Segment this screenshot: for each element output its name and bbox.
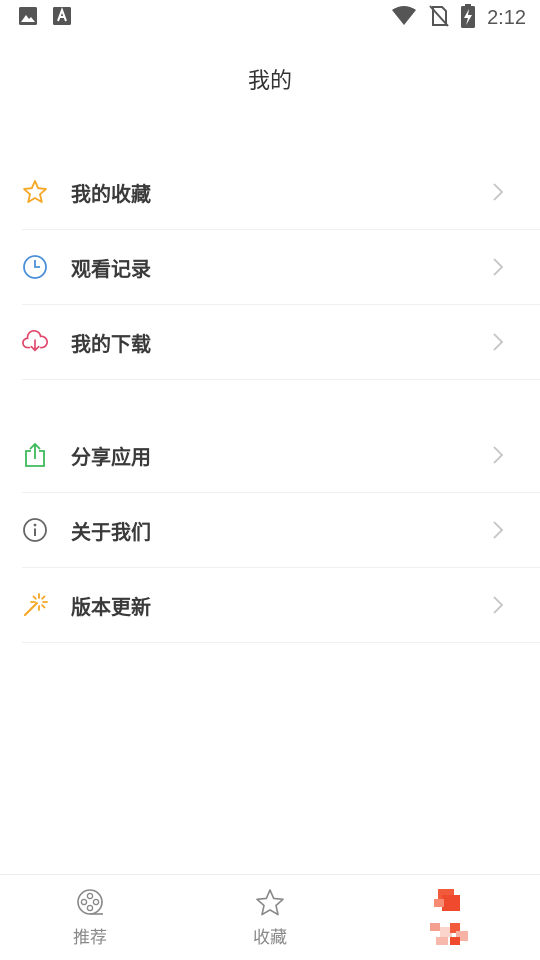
chevron-right-icon (492, 182, 540, 202)
status-time: 2:12 (487, 6, 526, 29)
font-icon (52, 6, 72, 30)
chevron-right-icon (492, 332, 540, 352)
menu-item-share[interactable]: 分享应用 (22, 418, 540, 493)
menu-label: 分享应用 (71, 444, 151, 469)
menu-label: 我的下载 (71, 331, 151, 356)
chevron-right-icon (492, 595, 540, 615)
status-bar: 2:12 (0, 0, 540, 36)
menu-item-update[interactable]: 版本更新 (22, 568, 540, 643)
tab-recommend[interactable]: 推荐 (0, 875, 180, 960)
menu-label: 我的收藏 (71, 181, 151, 206)
image-icon (18, 6, 38, 30)
avatar (428, 887, 472, 949)
star-icon (22, 179, 48, 205)
menu-group-secondary: 分享应用 关于我们 版本更新 (0, 418, 540, 643)
chevron-right-icon (492, 520, 540, 540)
title-bar: 我的 (0, 36, 540, 122)
tab-mine[interactable] (360, 875, 540, 960)
chevron-right-icon (492, 257, 540, 277)
magic-wand-icon (22, 592, 48, 618)
menu-item-about[interactable]: 关于我们 (22, 493, 540, 568)
chevron-right-icon (492, 445, 540, 465)
cloud-download-icon (22, 329, 48, 355)
star-outline-icon (254, 887, 286, 919)
tab-label: 收藏 (253, 928, 287, 948)
wifi-icon (391, 5, 417, 31)
page-title: 我的 (247, 69, 292, 94)
menu-item-downloads[interactable]: 我的下载 (22, 305, 540, 380)
info-icon (22, 517, 48, 543)
battery-charging-icon (461, 4, 476, 32)
menu-label: 观看记录 (71, 256, 151, 281)
menu-group-primary: 我的收藏 观看记录 我的下载 (0, 155, 540, 380)
menu-item-history[interactable]: 观看记录 (22, 230, 540, 305)
tab-bar: 推荐 收藏 (0, 874, 540, 960)
tab-label: 推荐 (73, 928, 107, 948)
menu-label: 关于我们 (71, 519, 151, 544)
status-left (18, 6, 72, 30)
menu-item-favorites[interactable]: 我的收藏 (22, 155, 540, 230)
menu-label: 版本更新 (71, 594, 151, 619)
share-icon (22, 442, 48, 468)
tab-favorites[interactable]: 收藏 (180, 875, 360, 960)
status-right: 2:12 (391, 4, 526, 32)
no-sim-icon (429, 5, 449, 31)
film-reel-icon (74, 887, 106, 919)
clock-icon (22, 254, 48, 280)
